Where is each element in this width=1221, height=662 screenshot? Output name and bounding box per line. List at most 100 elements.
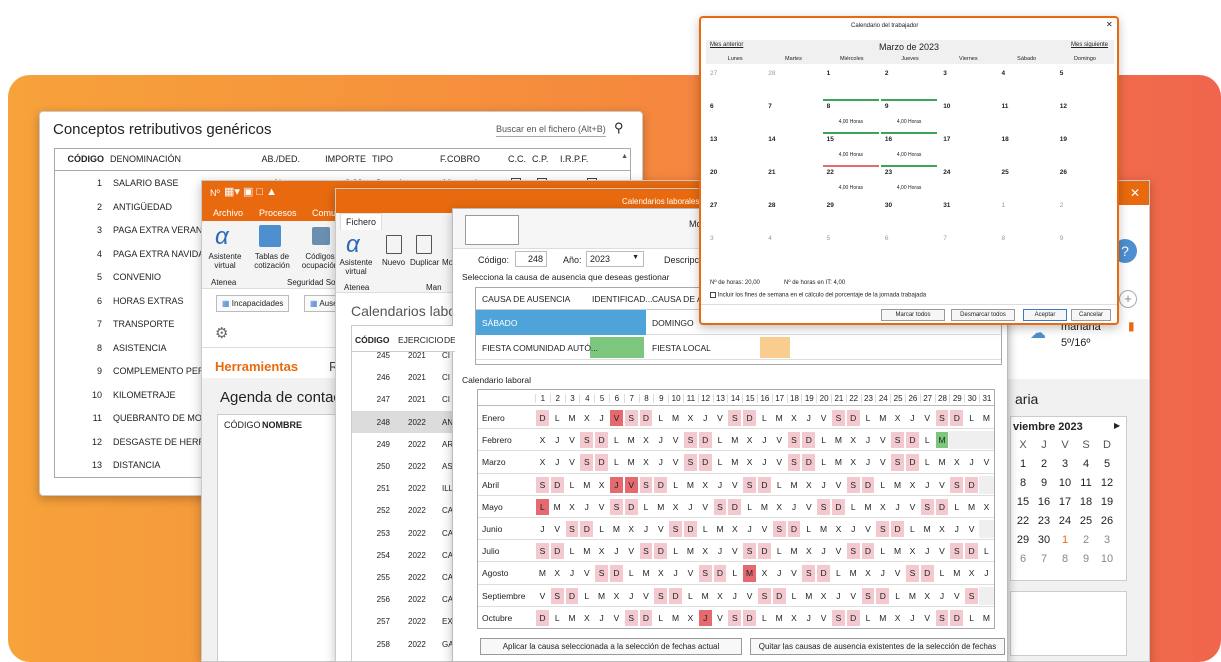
day-cell[interactable]: D: [728, 498, 742, 515]
day-cell[interactable]: X: [595, 543, 608, 559]
day-cell[interactable]: V: [832, 477, 845, 493]
day-cell[interactable]: L: [758, 410, 771, 426]
day-cell[interactable]: V: [906, 499, 919, 515]
day-cell[interactable]: V: [669, 432, 682, 448]
day-cell[interactable]: V: [669, 454, 682, 470]
gear-icon[interactable]: ⚙: [215, 324, 228, 342]
day-cell[interactable]: X: [654, 565, 667, 581]
day-cell[interactable]: 1: [998, 198, 1056, 231]
day-cell[interactable]: M: [728, 454, 741, 470]
day-cell[interactable]: D: [639, 410, 653, 427]
day-cell[interactable]: J: [773, 565, 786, 581]
day-cell[interactable]: L: [669, 477, 682, 493]
day-cell[interactable]: J: [580, 499, 593, 515]
day-cell[interactable]: S: [624, 609, 638, 626]
day-cell[interactable]: V: [773, 432, 786, 448]
day-cell[interactable]: D: [846, 410, 860, 427]
day-cell[interactable]: 2: [881, 66, 939, 99]
day-cell[interactable]: M: [802, 588, 815, 604]
day-cell[interactable]: 4: [998, 66, 1056, 99]
day-cell[interactable]: L: [876, 477, 889, 493]
day-cell[interactable]: M: [610, 521, 623, 537]
day-cell[interactable]: S: [950, 476, 964, 493]
day-cell[interactable]: J: [610, 476, 623, 493]
day-cell[interactable]: V: [551, 521, 564, 537]
day-cell[interactable]: V: [876, 432, 889, 448]
day-cell[interactable]: D: [698, 454, 712, 471]
day-cell[interactable]: 27: [706, 198, 764, 231]
day-cell[interactable]: V: [536, 588, 549, 604]
day-cell[interactable]: 1: [823, 66, 881, 99]
day-cell[interactable]: J: [862, 432, 875, 448]
day-cell[interactable]: 10: [1055, 477, 1075, 489]
day-cell[interactable]: 4,00 Horas 15: [822, 132, 881, 165]
list-col-header[interactable]: EJERCICIO: [398, 335, 443, 345]
day-cell[interactable]: S: [891, 454, 904, 471]
day-cell[interactable]: D: [920, 565, 934, 582]
day-cell[interactable]: M: [950, 565, 963, 581]
day-cell[interactable]: X: [906, 477, 919, 493]
day-cell[interactable]: L: [876, 543, 889, 559]
day-cell[interactable]: J: [728, 588, 741, 604]
day-cell[interactable]: J: [625, 588, 638, 604]
day-cell[interactable]: V: [624, 476, 638, 493]
day-cell[interactable]: 12: [1056, 99, 1114, 132]
causa-col-header[interactable]: IDENTIFICAD...: [592, 294, 652, 304]
day-cell[interactable]: 7: [939, 231, 997, 264]
day-cell[interactable]: J: [817, 477, 830, 493]
day-cell[interactable]: J: [684, 499, 697, 515]
day-cell[interactable]: L: [566, 477, 579, 493]
conceptos-col-header[interactable]: I.R.P.F.: [560, 154, 616, 164]
day-cell[interactable]: V: [625, 543, 638, 559]
day-cell[interactable]: S: [920, 498, 934, 515]
causa-row[interactable]: FIESTA COMUNIDAD AUTÓ... FIESTA LOCAL: [476, 335, 1001, 360]
day-cell[interactable]: X: [699, 543, 712, 559]
day-cell[interactable]: D: [861, 543, 875, 560]
day-cell[interactable]: D: [743, 410, 756, 427]
conceptos-col-header[interactable]: TIPO: [372, 154, 434, 164]
duplicar-button[interactable]: Duplicar: [410, 258, 439, 267]
day-cell[interactable]: L: [862, 410, 875, 426]
day-cell[interactable]: V: [921, 410, 934, 426]
day-cell[interactable]: S: [935, 609, 949, 626]
day-cell[interactable]: J: [566, 565, 579, 581]
day-cell[interactable]: D: [550, 476, 564, 493]
day-cell[interactable]: L: [551, 410, 564, 426]
day-cell[interactable]: J: [950, 521, 963, 537]
day-cell[interactable]: 3: [706, 231, 764, 264]
day-cell[interactable]: X: [788, 410, 801, 426]
day-cell[interactable]: J: [936, 588, 949, 604]
day-cell[interactable]: 1: [1013, 458, 1033, 470]
day-cell[interactable]: L: [743, 499, 756, 515]
day-cell[interactable]: S: [654, 587, 668, 604]
day-cell[interactable]: J: [699, 410, 712, 426]
day-cell[interactable]: L: [580, 588, 593, 604]
day-cell[interactable]: D: [684, 521, 697, 538]
day-cell[interactable]: 21: [764, 165, 822, 198]
search-input[interactable]: Buscar en el fichero (Alt+B): [496, 124, 606, 137]
day-cell[interactable]: 30: [881, 198, 939, 231]
day-cell[interactable]: M: [935, 432, 949, 449]
day-cell[interactable]: 26: [1097, 515, 1117, 527]
day-cell[interactable]: S: [669, 521, 682, 538]
day-cell[interactable]: J: [891, 499, 904, 515]
day-cell[interactable]: S: [728, 609, 742, 626]
close-icon[interactable]: ✕: [1130, 186, 1140, 200]
list-item[interactable]: 2592022MA: [352, 655, 455, 661]
day-cell[interactable]: M: [566, 410, 579, 426]
day-cell[interactable]: X: [980, 499, 993, 515]
day-cell[interactable]: D: [950, 410, 964, 427]
day-cell[interactable]: M: [773, 610, 786, 626]
day-cell[interactable]: L: [817, 432, 830, 448]
day-cell[interactable]: J: [551, 454, 564, 470]
day-cell[interactable]: J: [921, 543, 934, 559]
day-cell[interactable]: J: [595, 610, 608, 626]
day-cell[interactable]: S: [580, 454, 594, 471]
day-cell[interactable]: 22: [1013, 515, 1033, 527]
list-item[interactable]: 256 2022 CA: [352, 588, 455, 610]
day-cell[interactable]: D: [772, 587, 786, 604]
day-cell[interactable]: D: [846, 609, 860, 626]
day-cell[interactable]: L: [936, 565, 949, 581]
new-doc-icon[interactable]: [386, 235, 402, 254]
day-cell[interactable]: V: [743, 588, 756, 604]
